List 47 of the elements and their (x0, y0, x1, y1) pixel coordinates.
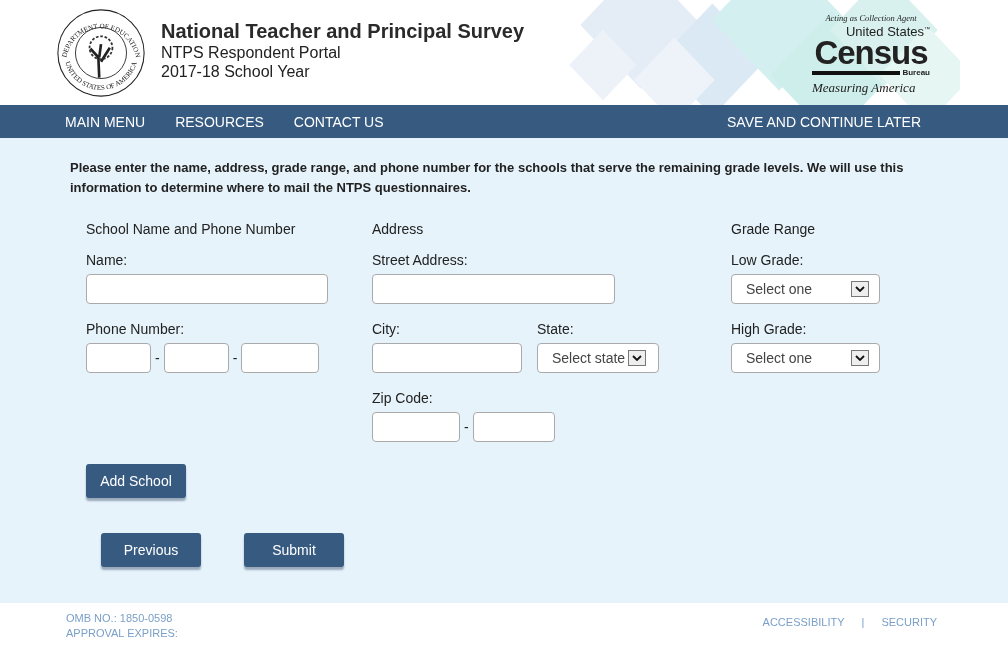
logo-text: Bureau (902, 68, 930, 77)
separator-text: - (155, 350, 160, 366)
input-field[interactable] (372, 274, 615, 304)
section-heading: School Name and Phone Number (86, 221, 296, 237)
add-school-button[interactable]: Add School (86, 464, 186, 498)
input-field[interactable] (163, 343, 229, 373)
nav-link[interactable]: MAIN MENU (65, 113, 146, 130)
input-field[interactable] (86, 343, 151, 373)
logo-wordmark: Census (813, 35, 928, 69)
field-label: Name: (86, 252, 128, 268)
separator-text: - (464, 419, 469, 435)
approval-expires: APPROVAL EXPIRES: (66, 626, 178, 641)
input-field[interactable] (241, 343, 320, 373)
nav-link[interactable]: CONTACT US (293, 113, 384, 130)
school-year: 2017-18 School Year (161, 61, 311, 81)
caret-icon (851, 281, 869, 297)
nav-button[interactable]: Submit (244, 533, 344, 567)
caret-icon (851, 350, 869, 366)
field-label: State: (537, 321, 575, 337)
grade-select[interactable]: Select one (731, 274, 880, 304)
field-label: Low Grade: (731, 252, 804, 268)
field-label: High Grade: (731, 321, 807, 337)
state-select[interactable]: Select state (537, 343, 659, 373)
logo-motto: Measuring America (812, 80, 917, 94)
input-field[interactable] (472, 412, 555, 442)
survey-title: National Teacher and Principal Survey (161, 18, 525, 43)
section-heading: Address (372, 221, 424, 237)
omb-number: OMB NO.: 1850-0598 (66, 611, 174, 626)
input-field[interactable] (372, 343, 522, 373)
grade-select[interactable]: Select one (731, 343, 880, 373)
input-field[interactable] (372, 412, 460, 442)
field-label: Phone Number: (86, 321, 185, 337)
nav-button[interactable]: Previous (101, 533, 201, 567)
field-label: City: (372, 321, 401, 337)
separator-text: - (232, 350, 238, 366)
input-field[interactable] (86, 274, 328, 304)
nav-link[interactable]: SAVE AND CONTINUE LATER (727, 113, 921, 130)
nav-link[interactable]: RESOURCES (175, 113, 264, 130)
portal-subtitle: NTPS Respondent Portal (161, 42, 342, 62)
separator-text: | (861, 616, 865, 630)
logo-text: United States$^{™}$ (844, 24, 930, 38)
instructions: Please enter the name, address, grade range, and phone number for the schools that serve the remaining grade levels. We will use this information to determine where to mail the NTPS questionnaires. (70, 159, 905, 197)
caret-icon (628, 350, 646, 366)
logo-tagline: Acting as Collection Agent (824, 14, 918, 23)
field-label: Zip Code: (372, 390, 433, 406)
section-heading: Grade Range (731, 221, 816, 237)
field-label: Street Address: (372, 252, 468, 268)
